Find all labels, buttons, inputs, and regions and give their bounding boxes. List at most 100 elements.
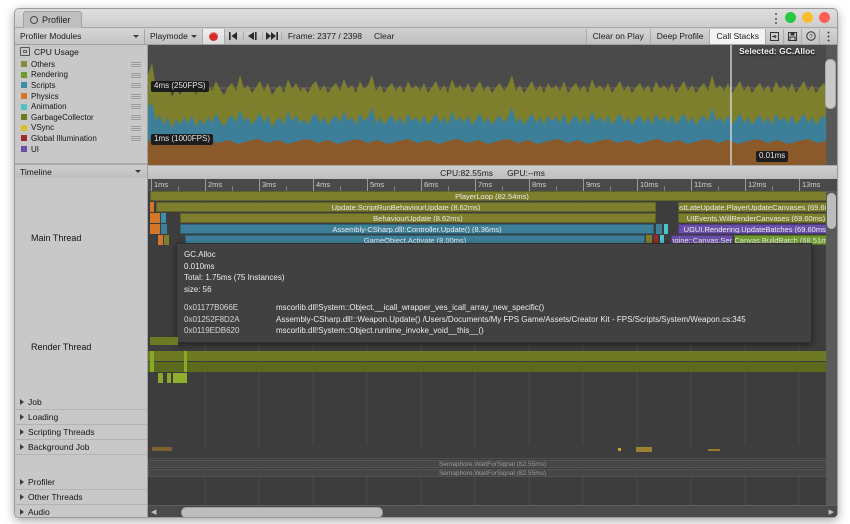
thread-render[interactable]: Render Thread [15, 298, 147, 395]
chevron-right-icon [20, 399, 24, 406]
callstack-frame: 0x01177B066E mscorlib.dll!System::Object… [184, 302, 804, 314]
cpu-usage-module-header[interactable]: CPU Usage [15, 45, 147, 58]
playmode-label: Playmode [150, 31, 188, 41]
thread-scripting[interactable]: Scripting Threads [15, 425, 147, 441]
profiler-modules-label: Profiler Modules [20, 31, 82, 41]
cpu-usage-chart[interactable]: Selected: GC.Alloc 4ms (250FPS) 1ms (100… [148, 45, 837, 165]
render-thread-bar [173, 373, 187, 383]
frame-counter-label: Frame: 2377 / 2398 [287, 31, 362, 41]
chevron-right-icon [20, 509, 24, 516]
render-thread-bar[interactable] [148, 351, 837, 361]
legend-item[interactable]: GarbageCollector [21, 112, 147, 123]
sample-controller-update[interactable]: Assembly-CSharp.dll!:Controller.Update()… [180, 224, 654, 234]
sample-updatebatches[interactable]: UGUI.Rendering.UpdateBatches (69.60ms) [678, 224, 834, 234]
minimize-button[interactable] [785, 12, 796, 23]
drag-handle-icon[interactable] [131, 72, 141, 78]
legend-swatch [21, 114, 27, 121]
clear-on-play-toggle[interactable]: Clear on Play [585, 28, 650, 44]
ruler-tick-label: 11ms [694, 180, 712, 189]
loading-row-semaphore-1[interactable]: Semaphore.WaitForSignal (82.55ms) [148, 460, 837, 468]
thread-job[interactable]: Job [15, 395, 147, 411]
sample-playerupdatecanvases[interactable]: PostLateUpdate.PlayerUpdateCanvases (69.… [678, 202, 834, 212]
drag-handle-icon[interactable] [131, 136, 141, 142]
flame-chart-vscroll-thumb[interactable] [827, 193, 836, 229]
thread-other[interactable]: Other Threads [15, 490, 147, 506]
playmode-dropdown[interactable]: Playmode [145, 28, 203, 44]
legend-item[interactable]: Global Illumination [21, 133, 147, 144]
thread-label: Scripting Threads [28, 427, 95, 438]
flame-chart-hscroll-thumb[interactable] [181, 506, 384, 517]
render-thread-bar[interactable] [148, 362, 837, 372]
legend-swatch [21, 135, 27, 142]
chart-scrollbar-thumb[interactable] [825, 59, 836, 109]
toolbar-right-group: Clear on Play Deep Profile Call Stacks [585, 28, 765, 44]
legend-label: Physics [31, 91, 59, 101]
legend-item[interactable]: Animation [21, 101, 147, 112]
sample-scriptrunbehaviourupdate[interactable]: Update.ScriptRunBehaviourUpdate (8.62ms) [156, 202, 656, 212]
loading-row-semaphore-2[interactable]: Semaphore.WaitForSignal (82.55ms) [148, 469, 837, 477]
legend-item[interactable]: Physics [21, 91, 147, 102]
scroll-right-icon[interactable]: ▶ [826, 508, 837, 516]
scroll-left-icon[interactable]: ◀ [148, 508, 159, 516]
last-frame-button[interactable] [262, 32, 282, 40]
first-frame-button[interactable] [224, 32, 244, 40]
profiler-body: CPU Usage Others Rendering Scripts Physi… [15, 45, 837, 518]
cpu-usage-chart-svg [148, 45, 837, 165]
overflow-menu-icon[interactable] [819, 28, 837, 44]
help-icon[interactable]: ? [801, 28, 819, 44]
flame-chart-vscrollbar[interactable] [826, 191, 837, 506]
drag-handle-icon[interactable] [131, 83, 141, 89]
thread-label: Audio [28, 507, 50, 518]
drag-handle-icon[interactable] [131, 93, 141, 99]
thread-main[interactable]: Main Thread [15, 178, 147, 298]
sample-label: PlayerLoop (82.54ms) [455, 191, 529, 201]
sample-willrendercanvases[interactable]: UIEvents.WillRenderCanvases (69.60ms) [678, 213, 834, 223]
render-thread-bar [158, 373, 163, 383]
thread-loading[interactable]: Loading [15, 410, 147, 426]
thread-profiler[interactable]: Profiler [15, 475, 147, 491]
callstack-frame: 0x0119EDB620 mscorlib.dll!System::Object… [184, 325, 804, 337]
sample-playerloop[interactable]: PlayerLoop (82.54ms) [150, 191, 834, 201]
legend-item[interactable]: VSync [21, 123, 147, 134]
record-button[interactable] [202, 28, 225, 44]
close-button[interactable] [819, 12, 830, 23]
frame-counter: Frame: 2377 / 2398 [282, 29, 368, 44]
legend-item[interactable]: Scripts [21, 80, 147, 91]
legend-item[interactable]: UI [21, 144, 147, 155]
flame-chart-hscrollbar[interactable]: ◀ ▶ [148, 505, 837, 517]
legend-label: Rendering [31, 70, 68, 80]
record-icon [208, 31, 218, 41]
prev-frame-button[interactable] [243, 32, 263, 40]
ruler-tick-label: 6ms [424, 180, 439, 189]
save-profile-icon[interactable] [783, 28, 801, 44]
timeline-dropdown[interactable]: Timeline [15, 164, 147, 179]
flame-chart[interactable]: PlayerLoop (82.54ms) Update.ScriptRunBeh… [148, 191, 837, 517]
drag-handle-icon[interactable] [131, 125, 141, 131]
load-profile-icon[interactable] [765, 28, 783, 44]
clear-button[interactable]: Clear [368, 29, 400, 44]
window-menu-icon[interactable] [774, 13, 777, 24]
timeline-label: Timeline [20, 166, 52, 177]
sample-decor-g [664, 224, 668, 234]
drag-handle-icon[interactable] [131, 104, 141, 110]
legend-item[interactable]: Rendering [21, 70, 147, 81]
chevron-down-icon [135, 170, 141, 174]
drag-handle-icon[interactable] [131, 114, 141, 120]
deep-profile-toggle[interactable]: Deep Profile [649, 28, 710, 44]
maximize-button[interactable] [802, 12, 813, 23]
callstack-symbol: mscorlib.dll!System::Object.__icall_wrap… [276, 303, 545, 312]
profiler-modules-dropdown[interactable]: Profiler Modules [15, 28, 145, 44]
call-stacks-toggle[interactable]: Call Stacks [709, 28, 765, 44]
callstack-address: 0x0119EDB620 [184, 326, 240, 335]
sample-behaviourupdate[interactable]: BehaviourUpdate (8.62ms) [180, 213, 656, 223]
thread-label: Background Job [28, 442, 90, 453]
thread-audio[interactable]: Audio [15, 505, 147, 518]
window-titlebar: Profiler [15, 9, 837, 28]
sample-tooltip: GC.Alloc 0.010ms Total: 1.75ms (75 Insta… [176, 243, 812, 343]
tab-profiler[interactable]: Profiler [23, 11, 82, 28]
legend-item[interactable]: Others [21, 59, 147, 70]
drag-handle-icon[interactable] [131, 62, 141, 67]
job-row-samples[interactable] [148, 446, 837, 459]
sample-label: Semaphore.WaitForSignal (82.55ms) [438, 460, 547, 468]
thread-background-job[interactable]: Background Job [15, 440, 147, 456]
